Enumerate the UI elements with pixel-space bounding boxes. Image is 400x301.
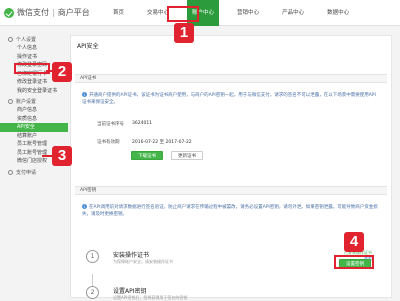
step-description: 设置API密钥后，您将获得用于签名的密钥 xyxy=(113,295,188,300)
update-cert-button[interactable]: 更新证书 xyxy=(171,151,203,160)
sidebar-group-account: 账户设置 xyxy=(0,97,68,106)
highlight-nav-account xyxy=(167,6,199,22)
step-number: 1 xyxy=(86,250,99,263)
notice-text: 开通商户提供的API证书，该证书为证书商户使用，与商户的API密钥一起，用于与微… xyxy=(82,93,376,105)
logo-text: 微信支付 xyxy=(17,8,49,17)
logo-subtitle: 商户平台 xyxy=(57,8,90,17)
step-connector xyxy=(92,274,93,286)
step-title: 设置API密钥 xyxy=(113,288,147,295)
sidebar-group-personal: 个人设置 xyxy=(0,35,68,44)
download-cert-button[interactable]: 下载证书 xyxy=(131,151,163,160)
info-icon: i xyxy=(82,92,87,97)
nav-marketing[interactable]: 营销中心 xyxy=(232,0,264,26)
sidebar-item-merchant-info[interactable]: 商户信息 xyxy=(0,106,68,115)
notice-text: 在API调用前对请求数据进行签名验证，防止商户请求在传输过程中被篡改，请务必设置… xyxy=(82,205,378,217)
cert-date-label: 证书有效期 xyxy=(97,140,120,145)
user-icon xyxy=(8,37,13,42)
sidebar-group-label: 账户设置 xyxy=(16,99,37,105)
nav-data[interactable]: 数据中心 xyxy=(322,0,354,26)
step-set-api-key: 2 设置API密钥 设置API密钥后，您将获得用于签名的密钥 xyxy=(86,286,376,300)
notice-api-cert: i 开通商户提供的API证书，该证书为证书商户使用，与商户的API密钥一起，用于与… xyxy=(82,92,378,106)
cert-id-row: 当前证书序号 3624011 xyxy=(97,121,152,127)
sidebar-item-api-security[interactable]: API安全 xyxy=(0,123,68,132)
cert-id-value: 3624011 xyxy=(132,121,153,126)
cert-id-label: 当前证书序号 xyxy=(97,122,124,127)
section-header-api-key: API密钥 xyxy=(75,186,387,195)
sidebar-item-operation-cert[interactable]: 操作证书 xyxy=(0,53,68,62)
sidebar-item-profile[interactable]: 个人信息 xyxy=(0,44,68,53)
nav-home[interactable]: 首页 xyxy=(108,0,129,26)
arrow-3 xyxy=(42,155,52,157)
marker-4: 4 xyxy=(344,232,364,252)
marker-2: 2 xyxy=(52,62,72,82)
sidebar-group-label: 支付申请 xyxy=(16,169,37,176)
page-title: API安全 xyxy=(77,43,99,50)
cert-date-value: 2016-07-22 至 2017-07-22 xyxy=(132,140,192,145)
logo[interactable]: 微信支付 | 商户平台 xyxy=(4,7,90,18)
main-nav: 首页 交易中心 账户中心 营销中心 产品中心 数据中心 xyxy=(108,0,367,26)
sidebar-item-settlement[interactable]: 结算账户 xyxy=(0,132,68,141)
cert-date-row: 证书有效期 2016-07-22 至 2017-07-22 xyxy=(97,139,192,145)
sidebar-item-secure-login[interactable]: 我的安全登录证书 xyxy=(0,87,68,96)
step-install-cert: 1 安装操作证书 为保障账户安全，请安装操作证书 已安装操作证书 查看 xyxy=(86,250,376,272)
step-number: 2 xyxy=(86,286,99,299)
wechat-pay-check-icon xyxy=(4,7,14,18)
sidebar-item-qualification[interactable]: 资质信息 xyxy=(0,115,68,124)
sidebar-group-label: 个人设置 xyxy=(16,37,37,43)
logo-separator: | xyxy=(52,8,55,17)
payment-icon xyxy=(8,169,13,175)
section-header-api-cert: API证书 xyxy=(75,74,387,83)
highlight-operation-cert xyxy=(14,63,50,74)
top-bar: 微信支付 | 商户平台 首页 交易中心 账户中心 营销中心 产品中心 数据中心 xyxy=(0,0,400,26)
step-title: 安装操作证书 xyxy=(113,252,150,259)
marker-1: 1 xyxy=(174,23,194,43)
marker-3: 3 xyxy=(52,146,72,166)
sidebar-group-payment[interactable]: 支付申请 xyxy=(0,168,68,177)
notice-api-key: i 在API调用前对请求数据进行签名验证，防止商户请求在传输过程中被篡改，请务必设… xyxy=(82,204,378,218)
settings-icon xyxy=(8,99,13,104)
step-description: 为保障账户安全，请安装操作证书 xyxy=(113,259,173,264)
highlight-set-key-button xyxy=(334,255,374,269)
nav-products[interactable]: 产品中心 xyxy=(277,0,309,26)
info-icon: i xyxy=(82,204,87,209)
